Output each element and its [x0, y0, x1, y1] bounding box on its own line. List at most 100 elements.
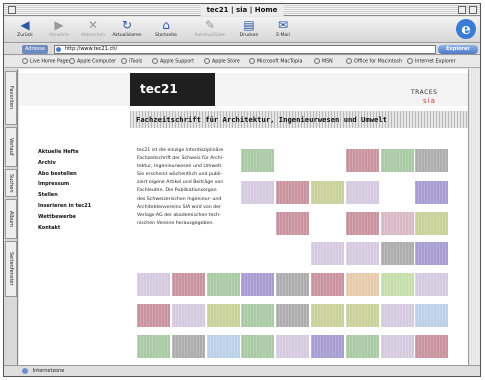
intro-line: Architektenvereins SIA wird von der: [137, 204, 221, 210]
color-tile: [276, 335, 309, 358]
back-arrow-icon: ◀: [20, 18, 30, 32]
color-tile: [415, 149, 448, 172]
intro-line: des Schweizerischen Ingenieur- und: [137, 196, 222, 202]
favorite-link[interactable]: Apple Store: [204, 58, 240, 67]
color-tile: [207, 304, 240, 327]
color-tile: [311, 181, 344, 204]
forward-arrow-icon: ▶: [54, 18, 64, 32]
explorer-go-button[interactable]: Explorer: [438, 45, 478, 54]
intro-line: tec21 ist die einzige interdisziplinäre: [137, 148, 224, 153]
color-tile: [381, 149, 414, 172]
side-tab[interactable]: Verlauf: [5, 127, 17, 167]
nav-link[interactable]: Impressum: [38, 179, 123, 190]
zoom-box-icon[interactable]: [458, 6, 466, 14]
toolbar-button-4[interactable]: ⌂ Startseite: [149, 18, 183, 42]
color-tile: [346, 242, 379, 265]
favorite-link[interactable]: Live Home Page: [22, 58, 69, 67]
nav-link[interactable]: Kontakt: [38, 223, 123, 234]
favorite-icon: [22, 58, 28, 64]
traces-brand[interactable]: TRACES: [411, 89, 437, 97]
address-input[interactable]: http://www.tec21.ch/: [54, 45, 436, 54]
favorite-link[interactable]: Apple Computer: [69, 58, 116, 67]
favorite-link[interactable]: Internet Explorer: [407, 58, 456, 67]
toolbar-button-2[interactable]: ✕ Abbrechen: [76, 18, 110, 42]
color-tile: [276, 212, 309, 235]
side-tab[interactable]: Suchen: [5, 169, 17, 197]
toolbar-button-1[interactable]: ▶ Vorwärts: [42, 18, 76, 42]
favorite-label: iTools: [129, 59, 143, 65]
nav-link[interactable]: Inserieren in tec21: [38, 201, 123, 212]
toolbar-button-label: Aktualisieren: [112, 33, 142, 38]
page-favicon-icon: [56, 47, 61, 52]
autofill-icon: ✎: [204, 18, 216, 32]
favorite-link[interactable]: Apple Support: [152, 58, 194, 67]
page-content: tec21 TRACES sia Fachzeitschrift für Arc…: [19, 69, 470, 365]
color-tile: [346, 335, 379, 358]
toolbar: ◀ Zurück ▶ Vorwärts ✕ Abbrechen ↻ Aktualisieren…: [4, 17, 480, 43]
favorite-link[interactable]: iTools: [121, 58, 142, 67]
side-tab[interactable]: Album: [5, 199, 17, 239]
side-tab[interactable]: Seitenfenster: [5, 241, 17, 297]
nav-link[interactable]: Aktuelle Hefte: [38, 147, 123, 158]
toolbar-button-5[interactable]: ✎ AutoAusfüllen: [193, 18, 227, 42]
color-tile: [172, 335, 205, 358]
vertical-scrollbar[interactable]: [468, 69, 480, 365]
side-tab[interactable]: Favoriten: [5, 71, 17, 125]
site-header: tec21 TRACES sia: [19, 73, 470, 106]
color-tile: [172, 304, 205, 327]
toolbar-button-label: Zurück: [17, 33, 33, 38]
site-navigation: Aktuelle Hefte Archiv Abo bestellen Impress…: [38, 147, 123, 233]
window-title: tec21 | sia | Home: [200, 4, 284, 16]
home-icon: ⌂: [162, 18, 170, 32]
color-tile: [346, 181, 379, 204]
nav-link[interactable]: Archiv: [38, 158, 123, 169]
toolbar-button-0[interactable]: ◀ Zurück: [8, 18, 42, 42]
intro-line: Fachleuten. Die Publikationsorgan: [137, 188, 217, 194]
color-tile: [381, 212, 414, 235]
address-bar: Adresse http://www.tec21.ch/ Explorer: [4, 44, 480, 55]
nav-link[interactable]: Wettbewerbe: [38, 212, 123, 223]
nav-link[interactable]: Abo bestellen: [38, 169, 123, 180]
page-subtitle: Fachzeitschrift für Architektur, Ingenie…: [136, 115, 387, 124]
favorite-icon: [152, 58, 158, 64]
color-tile: [346, 212, 379, 235]
toolbar-button-7[interactable]: ✉ E-Mail: [266, 18, 300, 42]
intro-line: Sie erscheint wöchentlich und publi-: [137, 172, 223, 178]
favorite-icon: [314, 58, 320, 64]
favorite-link[interactable]: Microsoft MacTopia: [249, 58, 302, 67]
stop-icon: ✕: [87, 18, 99, 32]
internet-explorer-logo-icon: e: [456, 19, 476, 39]
close-box-icon[interactable]: [8, 6, 16, 14]
favorite-icon: [249, 58, 255, 64]
color-tile: [137, 335, 170, 358]
toolbar-button-3[interactable]: ↻ Aktualisieren: [110, 18, 144, 42]
intro-line: Verlags-AG der akademischen tech-: [137, 212, 221, 218]
color-tile: [381, 335, 414, 358]
toolbar-button-label: AutoAusfüllen: [194, 33, 226, 38]
site-logo-text: tec21: [140, 82, 178, 96]
toolbar-button-6[interactable]: ▤ Drucken: [232, 18, 266, 42]
nav-link[interactable]: Stellen: [38, 190, 123, 201]
intro-text: tec21 ist die einzige interdisziplinäre F…: [137, 147, 245, 228]
title-bar[interactable]: tec21 | sia | Home: [4, 4, 480, 16]
favorite-label: MSN: [322, 59, 333, 65]
favorite-icon: [346, 58, 352, 64]
intro-line: ziert eigene Artikel und Beiträge von: [137, 180, 224, 186]
site-logo[interactable]: tec21: [130, 73, 215, 106]
color-tile: [276, 181, 309, 204]
favorite-label: Live Home Page: [30, 59, 69, 65]
zone-icon: [22, 367, 28, 374]
favorite-label: Internet Explorer: [415, 59, 456, 65]
favorite-link[interactable]: Office for Macintosh: [346, 58, 402, 67]
collapse-box-icon[interactable]: [469, 6, 477, 14]
favorite-label: Microsoft MacTopia: [257, 59, 303, 65]
color-tile: [311, 335, 344, 358]
color-tile: [311, 304, 344, 327]
status-bar: Internetzone: [4, 365, 480, 376]
favorite-link[interactable]: MSN: [314, 58, 333, 67]
color-tile: [346, 273, 379, 296]
sia-brand[interactable]: sia: [423, 97, 436, 106]
print-icon: ▤: [243, 18, 255, 32]
address-label: Adresse: [22, 45, 48, 54]
color-tile: [415, 242, 448, 265]
